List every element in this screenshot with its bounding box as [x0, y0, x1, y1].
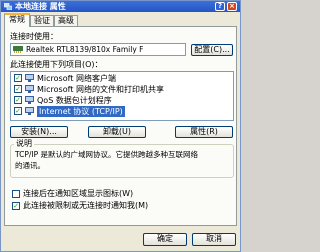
component-label: QoS 数据包计划程序	[37, 96, 112, 105]
description-label: 说明	[14, 139, 34, 149]
component-label: Microsoft 网络客户端	[37, 74, 116, 83]
cancel-button[interactable]: 取消	[192, 233, 236, 246]
ok-button[interactable]: 确定	[143, 233, 187, 246]
title-bar[interactable]: 本地连接 属性 ? ×	[1, 1, 240, 12]
component-checkbox[interactable]: ✓	[14, 107, 22, 115]
notify-label: 此连接被限制或无连接时通知我(M)	[23, 201, 149, 210]
adapter-field: Realtek RTL8139/810x Family F	[10, 43, 186, 56]
list-item[interactable]: ✓ Microsoft 网络的文件和打印机共享	[13, 84, 173, 95]
service-icon	[25, 96, 34, 104]
list-item[interactable]: ✓ Microsoft 网络客户端	[13, 73, 173, 84]
component-label: Internet 协议 (TCP/IP)	[37, 106, 125, 117]
protocol-icon	[25, 107, 34, 115]
properties-dialog: 本地连接 属性 ? × 常规 验证 高级 连接时使用： Realtek RTL8…	[0, 0, 241, 252]
adapter-name: Realtek RTL8139/810x Family F	[26, 45, 144, 54]
help-button[interactable]: ?	[215, 2, 225, 11]
tab-general[interactable]: 常规	[4, 13, 30, 27]
tab-authentication[interactable]: 验证	[30, 15, 54, 26]
properties-button[interactable]: 属性(R)	[175, 126, 233, 138]
close-button[interactable]: ×	[227, 2, 237, 11]
network-adapter-icon	[13, 46, 23, 53]
components-label: 此连接使用下列项目(O)：	[10, 60, 103, 69]
description-text-line1: TCP/IP 是默认的广域网协议。它提供跨越多种互联网络	[15, 150, 199, 159]
install-button[interactable]: 安装(N)...	[10, 126, 68, 138]
show-icon-checkbox[interactable]	[12, 190, 20, 198]
uninstall-button[interactable]: 卸载(U)	[88, 126, 146, 138]
general-tab-panel: 连接时使用： Realtek RTL8139/810x Family F 配置(…	[4, 26, 237, 226]
connect-using-label: 连接时使用：	[10, 32, 58, 41]
window-title: 本地连接 属性	[15, 2, 66, 11]
service-icon	[25, 85, 34, 93]
client-icon	[25, 74, 34, 82]
component-checkbox[interactable]: ✓	[14, 85, 22, 93]
component-checkbox[interactable]: ✓	[14, 96, 22, 104]
component-checkbox[interactable]: ✓	[14, 74, 22, 82]
components-list[interactable]: ✓ Microsoft 网络客户端 ✓ Microsoft 网络的文件和打印机共…	[10, 71, 234, 121]
configure-button[interactable]: 配置(C)...	[191, 44, 233, 56]
notify-checkbox[interactable]: ✓	[12, 202, 20, 210]
tab-advanced[interactable]: 高级	[54, 15, 78, 26]
list-item[interactable]: ✓ Internet 协议 (TCP/IP)	[13, 106, 173, 117]
network-connection-icon	[4, 3, 12, 10]
description-text-line2: 的通讯。	[15, 161, 45, 170]
show-icon-label: 连接后在通知区域显示图标(W)	[23, 189, 134, 198]
list-item[interactable]: ✓ QoS 数据包计划程序	[13, 95, 173, 106]
component-label: Microsoft 网络的文件和打印机共享	[37, 85, 164, 94]
